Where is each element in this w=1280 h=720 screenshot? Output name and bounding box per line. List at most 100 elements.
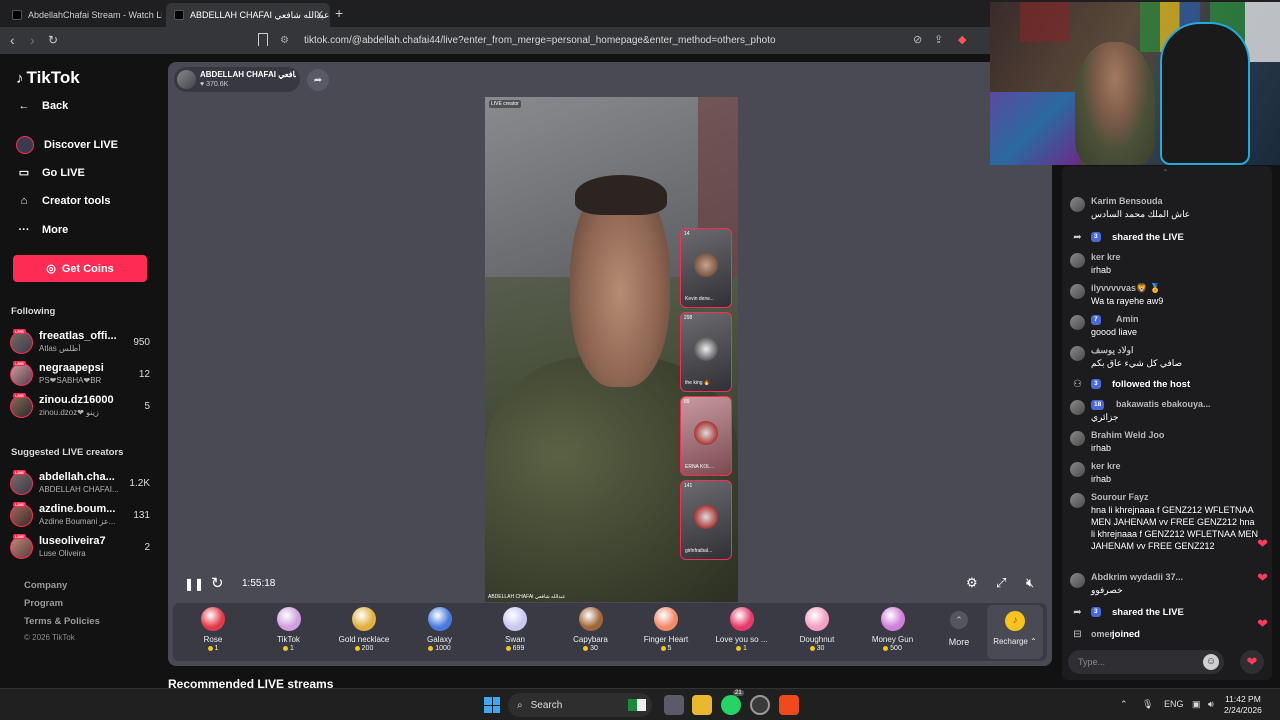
tab-abdellah-stream[interactable]: AbdellahChafai Stream - Watch Live on Ti… bbox=[4, 3, 162, 27]
back-button[interactable]: ← Back bbox=[16, 100, 69, 112]
app-icon[interactable] bbox=[750, 695, 770, 715]
guest-tile[interactable]: 298 the king 🔥 bbox=[680, 312, 732, 392]
chat-username[interactable]: Amin bbox=[1116, 314, 1139, 324]
gift-item[interactable]: Swan 699 bbox=[478, 607, 552, 659]
footer-link-company[interactable]: Company bbox=[24, 580, 67, 591]
refresh-icon[interactable]: ↻ bbox=[211, 574, 224, 592]
host-info[interactable]: ABDELLAH CHAFAI عبدالله شافعي ♥ 370.6K bbox=[174, 67, 300, 92]
avatar[interactable] bbox=[1070, 197, 1085, 212]
avatar[interactable] bbox=[1070, 346, 1085, 361]
avatar[interactable] bbox=[1070, 253, 1085, 268]
close-tab-icon[interactable]: ✕ bbox=[315, 8, 324, 21]
chat-text: joined bbox=[1112, 629, 1140, 640]
suggested-item[interactable]: LIVE abdellah.cha... ABDELLAH CHAFAI... … bbox=[10, 470, 152, 498]
gift-item[interactable]: Gold necklace 200 bbox=[327, 607, 401, 659]
avatar[interactable] bbox=[1070, 431, 1085, 446]
nav-more[interactable]: ··· More bbox=[16, 224, 69, 236]
volume-icon[interactable]: 🔊︎ bbox=[1208, 699, 1214, 710]
gift-item[interactable]: Money Gun 500 bbox=[856, 607, 930, 659]
chat-username[interactable]: omer bbox=[1091, 629, 1113, 639]
chat-username[interactable]: ker kre bbox=[1091, 461, 1121, 471]
gift-price-value: 1 bbox=[290, 645, 294, 652]
gift-item[interactable]: Finger Heart 5 bbox=[629, 607, 703, 659]
file-explorer-icon[interactable] bbox=[692, 695, 712, 715]
nav-go-live[interactable]: ▭ Go LIVE bbox=[16, 166, 85, 180]
back-arrow-icon[interactable]: ‹ bbox=[10, 32, 15, 48]
footer-link-program[interactable]: Program bbox=[24, 598, 63, 609]
chat-username[interactable]: ker kre bbox=[1091, 252, 1121, 262]
account-name: azdine.boum... bbox=[39, 503, 116, 515]
mute-site-icon[interactable]: ⊘ bbox=[913, 33, 922, 46]
microphone-icon[interactable]: 🎙︎ bbox=[1142, 699, 1153, 710]
chat-username[interactable]: Brahim Weld Joo bbox=[1091, 430, 1164, 440]
footer-link-terms[interactable]: Terms & Policies bbox=[24, 616, 100, 627]
nav-creator-tools[interactable]: ⌂ Creator tools bbox=[16, 195, 111, 207]
gift-item[interactable]: Rose 1 bbox=[176, 607, 250, 659]
share-button[interactable]: ➦ bbox=[307, 69, 329, 91]
taskbar-clock[interactable]: 11:42 PM 2/24/2026 bbox=[1224, 694, 1262, 716]
avatar[interactable] bbox=[1070, 462, 1085, 477]
settings-icon[interactable]: ⚙ bbox=[966, 575, 978, 591]
fullscreen-icon[interactable]: ⤢ bbox=[996, 575, 1006, 591]
gift-label: Capybara bbox=[573, 635, 608, 644]
more-gifts-button[interactable]: ⌃ More bbox=[941, 611, 977, 647]
guest-tile[interactable]: 14 Kevin derw... bbox=[680, 228, 732, 308]
gift-item[interactable]: Love you so ... 1 bbox=[705, 607, 779, 659]
brave-shield-icon[interactable]: ◆ bbox=[958, 33, 966, 46]
emoji-icon[interactable]: ☺ bbox=[1203, 654, 1219, 670]
following-item[interactable]: LIVE negraapepsi PS❤SABHA❤BR 12 bbox=[10, 361, 152, 389]
live-video[interactable]: LIVE creator ABDELLAH CHAFAI عبدالله شاف… bbox=[485, 97, 738, 602]
site-settings-icon[interactable]: ⚙ bbox=[280, 35, 294, 46]
avatar bbox=[10, 504, 33, 527]
network-icon[interactable]: ▣ bbox=[1192, 699, 1201, 710]
chat-username[interactable]: Sourour Fayz bbox=[1091, 492, 1149, 502]
reload-icon[interactable]: ↻ bbox=[48, 33, 58, 47]
share-icon: ➦ bbox=[313, 74, 323, 86]
guest-tile[interactable]: 89 ERNA KOL... bbox=[680, 396, 732, 476]
pause-icon[interactable]: ❚❚ bbox=[184, 577, 204, 591]
tiktok-logo[interactable]: ♪ TikTok bbox=[16, 68, 80, 88]
windows-start-icon[interactable] bbox=[484, 697, 500, 713]
avatar[interactable] bbox=[1070, 284, 1085, 299]
gift-item[interactable]: Capybara 30 bbox=[554, 607, 628, 659]
bookmark-icon[interactable] bbox=[258, 33, 268, 46]
chat-message: Sourour Fayz hna li khrejnaaa f GENZ212 W… bbox=[1070, 492, 1266, 551]
avatar[interactable] bbox=[1070, 573, 1085, 588]
avatar bbox=[10, 472, 33, 495]
chat-username[interactable]: Karim Bensouda bbox=[1091, 196, 1163, 206]
chat-username[interactable]: Abdkrim wydadii 37... bbox=[1091, 572, 1183, 582]
chat-username[interactable]: ilyvvvvvas🦁 🏅 bbox=[1091, 283, 1161, 294]
avatar[interactable] bbox=[1070, 315, 1085, 330]
gift-item[interactable]: Galaxy 1000 bbox=[403, 607, 477, 659]
tab-abdellah-live[interactable]: ABDELLAH CHAFAI عبدالله شافعي ✕ bbox=[166, 3, 330, 27]
suggested-item[interactable]: LIVE luseoliveira7 Luse Oliveira 2 bbox=[10, 534, 152, 562]
gift-item[interactable]: Doughnut 30 bbox=[780, 607, 854, 659]
chat-username[interactable]: اولاد يوسف bbox=[1091, 345, 1134, 356]
suggested-item[interactable]: LIVE azdine.boum... Azdine Boumani عز...… bbox=[10, 502, 152, 530]
avatar[interactable] bbox=[1070, 493, 1085, 508]
guest-tile[interactable]: 141 girlnfraibal... bbox=[680, 480, 732, 560]
url-field[interactable]: ⚙ tiktok.com/@abdellah.chafai44/live?ent… bbox=[280, 30, 1000, 51]
nav-discover-live[interactable]: Discover LIVE bbox=[16, 136, 118, 154]
taskbar-search[interactable]: ⌕ Search bbox=[508, 693, 652, 717]
gift-item[interactable]: TikTok 1 bbox=[252, 607, 326, 659]
share-page-icon[interactable]: ⇪ bbox=[934, 33, 943, 46]
chat-username[interactable]: bakawatis ebakouya... bbox=[1116, 399, 1211, 409]
like-heart-button[interactable]: ❤ bbox=[1240, 650, 1264, 674]
forward-arrow-icon[interactable]: › bbox=[30, 32, 35, 48]
chat-input[interactable] bbox=[1078, 655, 1198, 669]
recharge-button[interactable]: ♪ Recharge ⌃ bbox=[987, 605, 1043, 659]
task-view-icon[interactable] bbox=[664, 695, 684, 715]
chevron-up-icon[interactable]: ⌃ bbox=[1162, 168, 1169, 177]
get-coins-button[interactable]: ◎ Get Coins bbox=[13, 255, 147, 282]
chat-input-box[interactable]: ☺ bbox=[1068, 650, 1224, 674]
language-indicator[interactable]: ENG bbox=[1164, 699, 1184, 709]
whatsapp-icon[interactable]: 21 bbox=[721, 690, 744, 715]
avatar[interactable] bbox=[1070, 400, 1085, 415]
new-tab-button[interactable]: + bbox=[335, 5, 343, 21]
mute-icon[interactable]: 🔇︎ bbox=[1026, 575, 1034, 591]
tray-chevron-icon[interactable]: ⌃ bbox=[1120, 699, 1128, 710]
following-item[interactable]: LIVE freeatlas_offi... Atlas أطلس 950 bbox=[10, 329, 152, 357]
brave-browser-icon[interactable] bbox=[779, 695, 799, 715]
following-item[interactable]: LIVE zinou.dz16000 zinou.dzoz❤ زينو 5 bbox=[10, 393, 152, 421]
